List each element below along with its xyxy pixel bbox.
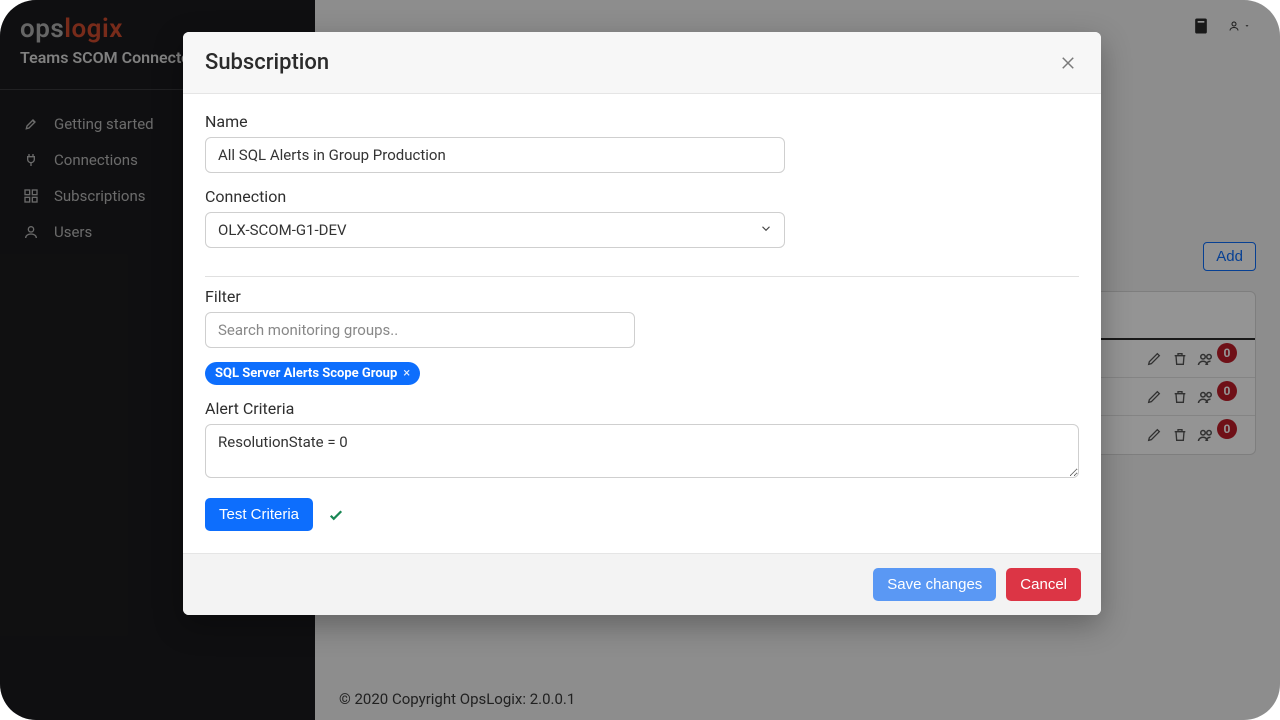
filter-pill[interactable]: SQL Server Alerts Scope Group × xyxy=(205,362,420,385)
pill-remove-icon[interactable]: × xyxy=(403,366,410,381)
cancel-button[interactable]: Cancel xyxy=(1006,568,1081,601)
name-input[interactable] xyxy=(205,137,785,173)
connection-select[interactable]: OLX-SCOM-G1-DEV xyxy=(205,212,785,248)
save-button[interactable]: Save changes xyxy=(873,568,996,601)
app-window: opslogix Teams SCOM Connector Getting st… xyxy=(0,0,1280,720)
criteria-label: Alert Criteria xyxy=(205,399,1079,418)
filter-pill-label: SQL Server Alerts Scope Group xyxy=(215,366,397,381)
criteria-input[interactable] xyxy=(205,424,1079,478)
modal-body: Name Connection OLX-SCOM-G1-DEV Filter S… xyxy=(183,94,1101,553)
modal-header: Subscription xyxy=(183,32,1101,94)
test-row: Test Criteria xyxy=(205,498,1079,531)
filter-label: Filter xyxy=(205,287,1079,306)
subscription-modal: Subscription Name Connection OLX-SCOM-G1… xyxy=(183,32,1101,615)
modal-divider xyxy=(205,276,1079,277)
name-label: Name xyxy=(205,112,1079,131)
check-icon xyxy=(327,506,345,524)
modal-title: Subscription xyxy=(205,50,329,75)
connection-select-wrap: OLX-SCOM-G1-DEV xyxy=(205,212,785,248)
close-icon[interactable] xyxy=(1057,52,1079,74)
filter-search-input[interactable] xyxy=(205,312,635,348)
test-criteria-button[interactable]: Test Criteria xyxy=(205,498,313,531)
modal-footer: Save changes Cancel xyxy=(183,553,1101,615)
connection-label: Connection xyxy=(205,187,1079,206)
